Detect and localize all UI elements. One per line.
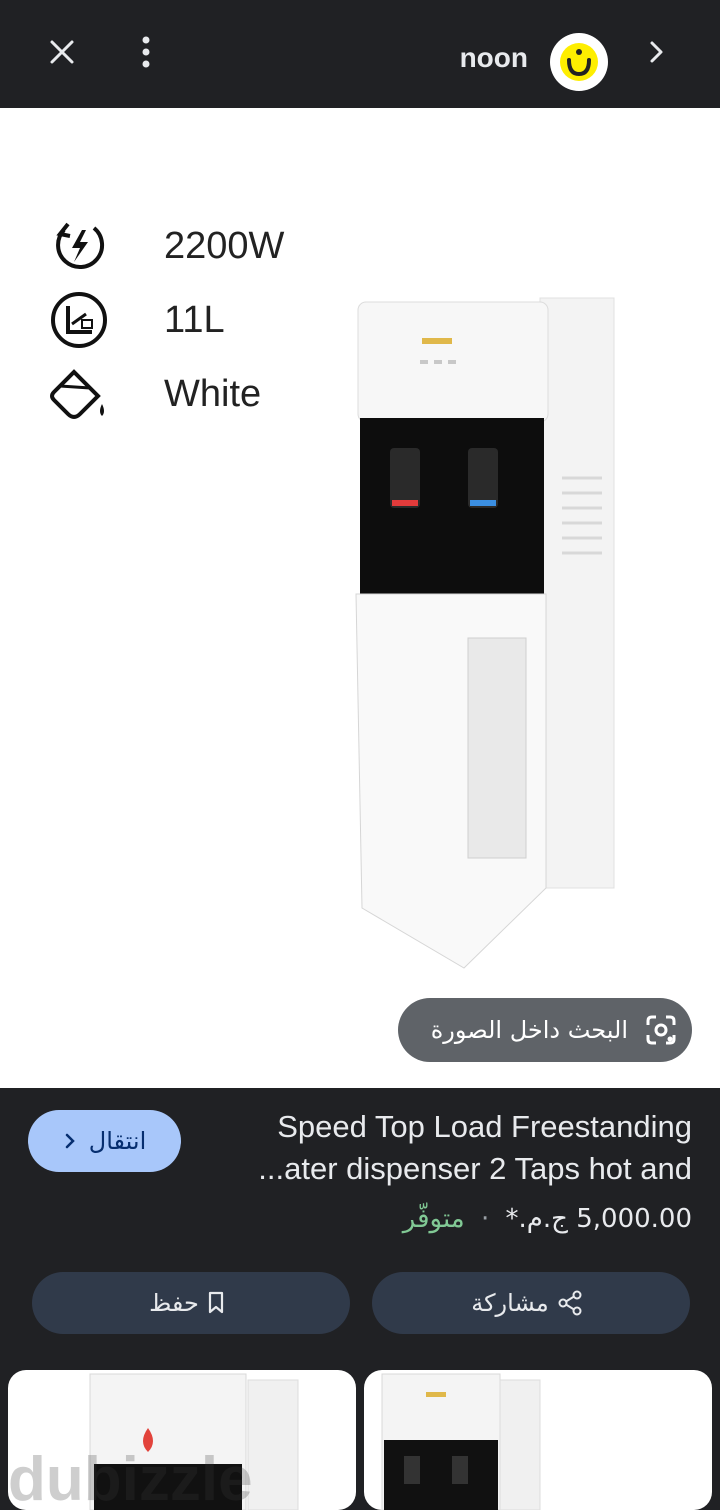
spec-color-text: White	[164, 372, 262, 415]
close-icon	[50, 40, 74, 64]
price: 5,000.00 ج.م.*	[505, 1204, 692, 1234]
stock-status: متوفّر	[402, 1204, 465, 1234]
visit-label: انتقال	[88, 1127, 147, 1155]
more-vert-icon	[142, 36, 150, 68]
product-image[interactable]: 2200W 11L White البحث داخل الصورة	[0, 108, 720, 1088]
share-label: مشاركة	[471, 1289, 549, 1317]
noon-logo[interactable]	[550, 33, 608, 91]
power-icon	[44, 216, 114, 276]
share-icon	[557, 1290, 583, 1316]
water-dispenser-image	[355, 297, 615, 969]
top-bar: noon	[0, 0, 720, 108]
bookmark-icon	[207, 1291, 225, 1315]
spec-power-text: 2200W	[164, 224, 285, 267]
google-lens-icon	[646, 1015, 676, 1045]
dubizzle-watermark: dubizzle	[8, 1445, 253, 1510]
result-info-panel: انتقال Speed Top Load Freestanding ...at…	[0, 1088, 720, 1510]
share-button[interactable]: مشاركة	[372, 1272, 690, 1334]
search-inside-image-label: البحث داخل الصورة	[430, 1016, 628, 1044]
spec-capacity-text: 11L	[164, 298, 225, 341]
capacity-icon	[44, 290, 114, 350]
spec-color: White	[44, 364, 261, 424]
related-result-2[interactable]	[364, 1370, 712, 1510]
next-button[interactable]	[634, 30, 678, 74]
spec-power: 2200W	[44, 216, 284, 276]
result-title-line1: Speed Top Load Freestanding	[277, 1109, 692, 1144]
related-result-1[interactable]: dubizzle	[8, 1370, 356, 1510]
visit-button[interactable]: انتقال	[28, 1110, 181, 1172]
chevron-right-icon	[650, 41, 663, 63]
separator: ·	[481, 1204, 490, 1234]
result-title-line2: ...ater dispenser 2 Taps hot and	[258, 1151, 692, 1186]
source-name[interactable]: noon	[460, 42, 528, 74]
save-button[interactable]: حفظ	[32, 1272, 350, 1334]
spec-capacity: 11L	[44, 290, 225, 350]
chevron-right-icon	[65, 1133, 75, 1149]
paint-bucket-icon	[44, 364, 114, 424]
related-thumbnail-image	[381, 1373, 541, 1510]
save-label: حفظ	[149, 1289, 199, 1317]
noon-logo-icon	[560, 43, 598, 81]
result-title[interactable]: Speed Top Load Freestanding ...ater disp…	[212, 1106, 692, 1190]
price-row: 5,000.00 ج.م.* · متوفّر	[403, 1204, 692, 1234]
search-inside-image-button[interactable]: البحث داخل الصورة	[398, 998, 692, 1062]
close-button[interactable]	[40, 30, 84, 74]
more-options-button[interactable]	[124, 30, 168, 74]
